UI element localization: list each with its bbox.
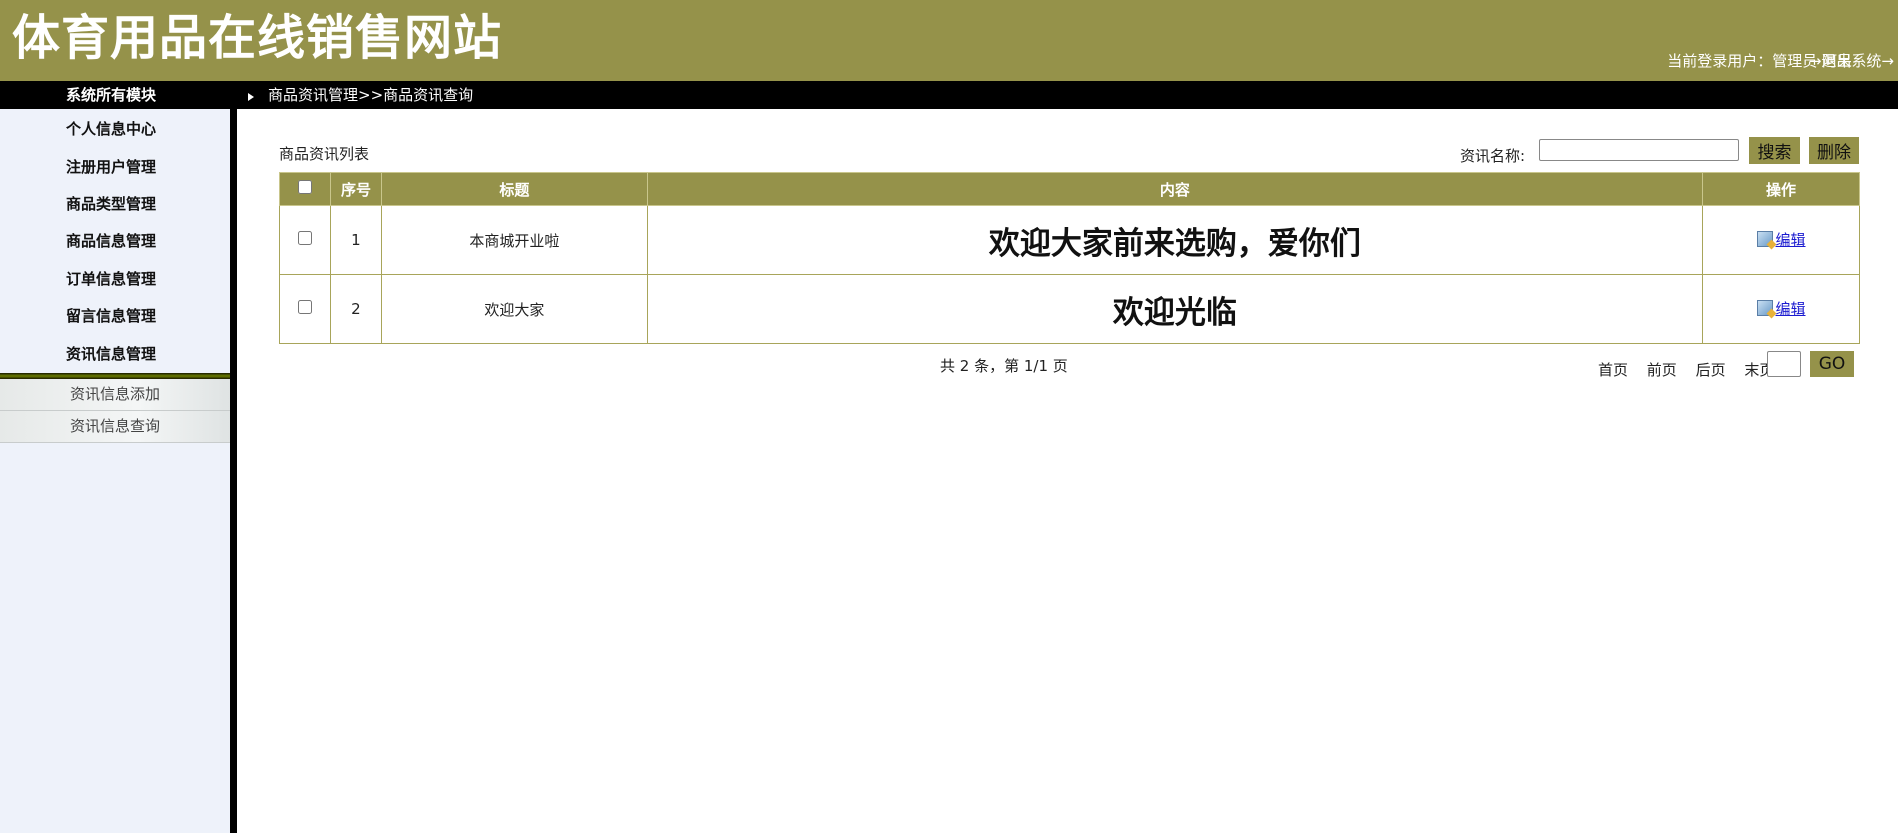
content-cell: 欢迎光临 xyxy=(646,274,1704,344)
column-header-content: 内容 xyxy=(646,172,1704,206)
row-checkbox[interactable] xyxy=(297,300,312,314)
submenu-item-add-news[interactable]: 资讯信息添加 xyxy=(0,379,230,411)
sidebar-item-message-management[interactable]: 留言信息管理 xyxy=(0,298,222,335)
go-button[interactable]: GO xyxy=(1810,351,1854,377)
table-row: 1 本商城开业啦 欢迎大家前来选购，爱你们 编辑 xyxy=(279,205,1860,275)
title-cell: 本商城开业啦 xyxy=(380,205,648,275)
module-list-title: 系统所有模块 xyxy=(65,86,156,104)
search-label: 资讯名称: xyxy=(1460,147,1526,165)
column-header-action: 操作 xyxy=(1702,172,1860,206)
table-header-row: 序号 标题 内容 操作 xyxy=(279,172,1860,206)
index-cell: 2 xyxy=(329,274,382,344)
table-row: 2 欢迎大家 欢迎光临 编辑 xyxy=(279,274,1860,344)
list-title: 商品资讯列表 xyxy=(279,145,370,163)
submenu-item-query-news[interactable]: 资讯信息查询 xyxy=(0,411,230,443)
edit-link[interactable]: 编辑 xyxy=(1776,229,1806,250)
prev-page-link[interactable]: 前页 xyxy=(1647,361,1677,379)
row-checkbox[interactable] xyxy=(297,231,312,245)
select-all-checkbox[interactable] xyxy=(297,180,312,194)
header: 体育用品在线销售网站 当前登录用户：管理员 阿呆 →退出系统→ xyxy=(0,0,1898,81)
column-header-index: 序号 xyxy=(329,172,382,206)
checkbox-cell xyxy=(279,205,331,275)
action-cell: 编辑 xyxy=(1702,274,1860,344)
select-all-cell xyxy=(279,172,331,206)
sidebar-item-product-type-management[interactable]: 商品类型管理 xyxy=(0,186,222,223)
search-input[interactable] xyxy=(1539,139,1739,161)
edit-icon[interactable] xyxy=(1756,231,1773,248)
search-button[interactable]: 搜索 xyxy=(1749,137,1800,164)
sidebar-item-news-management[interactable]: 资讯信息管理 xyxy=(0,336,222,373)
navbar: 系统所有模块 商品资讯管理>>商品资讯查询 xyxy=(0,81,1898,109)
page-number-input[interactable] xyxy=(1767,351,1801,377)
breadcrumb-arrow-icon xyxy=(248,93,254,101)
content-cell: 欢迎大家前来选购，爱你们 xyxy=(646,205,1704,275)
sidebar-item-personal-center[interactable]: 个人信息中心 xyxy=(0,111,222,148)
column-header-title: 标题 xyxy=(380,172,648,206)
sidebar-item-user-management[interactable]: 注册用户管理 xyxy=(0,149,222,186)
sidebar-divider xyxy=(230,109,237,833)
news-table: 序号 标题 内容 操作 1 本商城开业啦 欢迎大家前来选购，爱你们 编辑 2 欢… xyxy=(279,172,1860,344)
sidebar-item-product-info-management[interactable]: 商品信息管理 xyxy=(0,223,222,260)
index-cell: 1 xyxy=(329,205,382,275)
sidebar: 个人信息中心 注册用户管理 商品类型管理 商品信息管理 订单信息管理 留言信息管… xyxy=(0,109,230,833)
next-page-link[interactable]: 后页 xyxy=(1696,361,1726,379)
delete-button[interactable]: 删除 xyxy=(1809,137,1859,164)
pagination-links: 首页 前页 后页 末页 xyxy=(1598,359,1788,380)
edit-link[interactable]: 编辑 xyxy=(1776,298,1806,319)
title-cell: 欢迎大家 xyxy=(380,274,648,344)
first-page-link[interactable]: 首页 xyxy=(1598,361,1628,379)
logout-link[interactable]: →退出系统→ xyxy=(1809,50,1894,71)
edit-icon[interactable] xyxy=(1756,300,1773,317)
breadcrumb: 商品资讯管理>>商品资讯查询 xyxy=(268,86,474,104)
action-cell: 编辑 xyxy=(1702,205,1860,275)
pagination-info: 共 2 条，第 1/1 页 xyxy=(940,357,1068,375)
site-title: 体育用品在线销售网站 xyxy=(12,10,503,66)
checkbox-cell xyxy=(279,274,331,344)
sidebar-item-order-management[interactable]: 订单信息管理 xyxy=(0,261,222,298)
